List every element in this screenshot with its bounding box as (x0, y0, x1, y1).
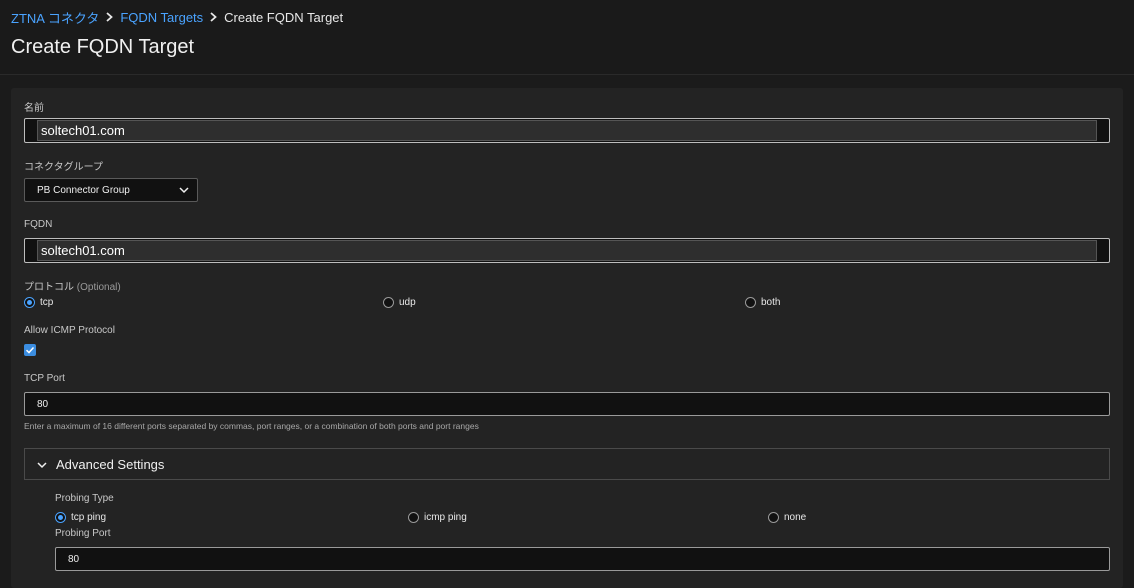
advanced-settings-title: Advanced Settings (56, 457, 165, 472)
radio-unselected-icon[interactable] (768, 512, 779, 523)
name-field[interactable]: soltech01.com (24, 118, 1110, 143)
breadcrumb: ZTNA コネクタ FQDN Targets Create FQDN Targe… (11, 8, 343, 27)
probing-type-label: Probing Type (55, 493, 114, 504)
probing-option-none: none (784, 512, 807, 523)
form-panel: 名前 soltech01.com コネクタグループ PB Connector G… (11, 88, 1123, 588)
icmp-label: Allow ICMP Protocol (24, 325, 115, 336)
connector-group-value: PB Connector Group (37, 185, 130, 196)
page-title: Create FQDN Target (11, 36, 195, 58)
fqdn-field-value[interactable]: soltech01.com (37, 240, 1097, 261)
probing-option-tcp-ping: tcp ping (71, 512, 107, 523)
probing-port-input[interactable]: 80 (55, 547, 1110, 571)
fqdn-label: FQDN (24, 219, 53, 230)
connector-group-label: コネクタグループ (24, 162, 103, 173)
icmp-checkbox[interactable] (24, 344, 36, 356)
protocol-option-udp: udp (399, 297, 416, 308)
check-icon (25, 346, 35, 354)
probing-port-value[interactable]: 80 (68, 554, 79, 565)
radio-selected-icon[interactable] (24, 297, 35, 308)
protocol-label: プロトコル (Optional) (24, 278, 121, 293)
tcp-port-helper: Enter a maximum of 16 different ports se… (24, 421, 479, 431)
breadcrumb-current: Create FQDN Target (224, 10, 344, 25)
radio-unselected-icon[interactable] (408, 512, 419, 523)
protocol-optional-text: (Optional) (76, 282, 121, 293)
chevron-right-icon (210, 10, 218, 25)
probing-radio-icmp-ping[interactable]: icmp ping (408, 512, 467, 523)
advanced-settings-toggle[interactable]: Advanced Settings (24, 448, 1110, 480)
probing-option-icmp-ping: icmp ping (424, 512, 467, 523)
chevron-down-icon (179, 187, 189, 194)
protocol-option-both: both (761, 297, 781, 308)
tcp-port-input[interactable]: 80 (24, 392, 1110, 416)
page-header: ZTNA コネクタ FQDN Targets Create FQDN Targe… (0, 0, 1134, 75)
probing-radio-none[interactable]: none (768, 512, 806, 523)
tcp-port-value[interactable]: 80 (37, 399, 48, 410)
radio-unselected-icon[interactable] (745, 297, 756, 308)
protocol-radio-both[interactable]: both (745, 297, 780, 308)
protocol-option-tcp: tcp (40, 297, 54, 308)
breadcrumb-fqdn-targets[interactable]: FQDN Targets (120, 10, 203, 25)
radio-unselected-icon[interactable] (383, 297, 394, 308)
fqdn-field[interactable]: soltech01.com (24, 238, 1110, 263)
radio-selected-icon[interactable] (55, 512, 66, 523)
breadcrumb-ztna-connector[interactable]: ZTNA コネクタ (11, 8, 99, 27)
tcp-port-label: TCP Port (24, 373, 65, 384)
probing-port-label: Probing Port (55, 528, 111, 539)
name-label: 名前 (24, 103, 44, 114)
chevron-down-icon (37, 462, 47, 469)
connector-group-select[interactable]: PB Connector Group (24, 178, 198, 202)
name-field-value[interactable]: soltech01.com (37, 120, 1097, 141)
protocol-radio-tcp[interactable]: tcp (24, 297, 53, 308)
protocol-radio-udp[interactable]: udp (383, 297, 416, 308)
protocol-label-text: プロトコル (24, 282, 74, 293)
probing-radio-tcp-ping[interactable]: tcp ping (55, 512, 106, 523)
chevron-right-icon (106, 10, 114, 25)
